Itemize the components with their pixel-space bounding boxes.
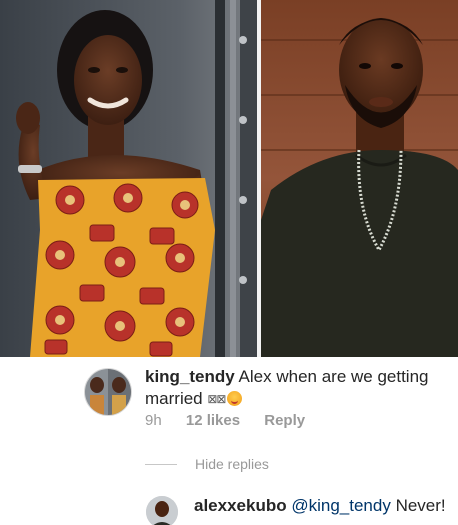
- hide-replies-divider: [145, 463, 177, 465]
- reply-username[interactable]: alexxekubo: [194, 496, 287, 515]
- reply-button[interactable]: Reply: [264, 412, 305, 429]
- reply-mention[interactable]: @king_tendy: [291, 496, 391, 515]
- reply-message: Never!: [395, 496, 446, 515]
- blushing-face-icon: [227, 391, 243, 406]
- woman-photo-illustration: [0, 0, 257, 357]
- replier-avatar[interactable]: [146, 496, 178, 525]
- man-photo: [261, 0, 458, 357]
- comment-item: king_tendy Alex when are we getting marr…: [0, 362, 458, 440]
- reply-body: alexxekubo @king_tendy Never!: [194, 496, 446, 516]
- emoji-boxes: ⊠⊠: [207, 392, 226, 406]
- instagram-post-screenshot: king_tendy Alex when are we getting marr…: [0, 0, 458, 525]
- man-photo-illustration: [261, 0, 458, 357]
- woman-photo: [0, 0, 257, 357]
- commenter-avatar[interactable]: [84, 368, 132, 416]
- comment-time: 9h: [145, 412, 162, 429]
- replier-avatar-illustration: [146, 496, 178, 525]
- hide-replies-toggle[interactable]: Hide replies: [145, 454, 269, 474]
- comment-likes[interactable]: 12 likes: [186, 412, 240, 429]
- comment-body: king_tendy Alex when are we getting marr…: [145, 366, 445, 410]
- comment-meta: 9h 12 likes Reply: [145, 412, 325, 429]
- comment-username[interactable]: king_tendy: [145, 367, 235, 386]
- avatar-illustration: [85, 369, 131, 415]
- hide-replies-label: Hide replies: [195, 456, 269, 472]
- reply-item: alexxekubo @king_tendy Never!: [0, 493, 458, 525]
